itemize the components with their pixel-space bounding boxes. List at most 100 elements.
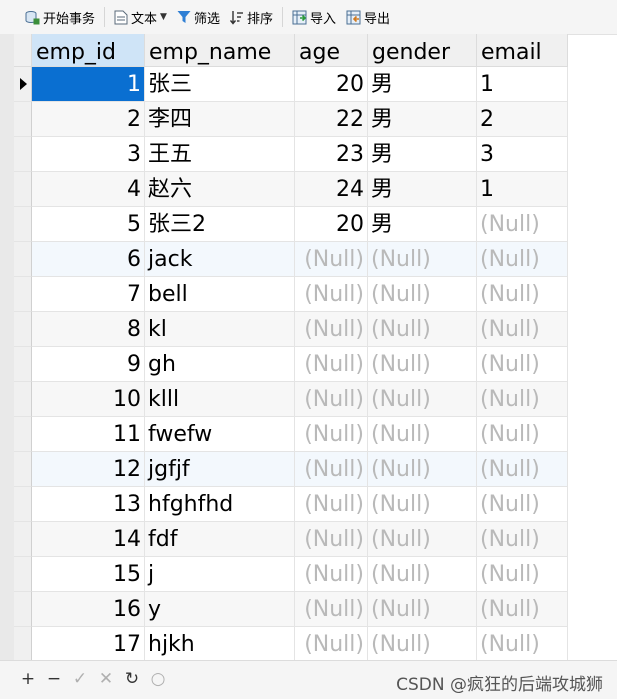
cell-gender[interactable]: (Null) bbox=[368, 382, 477, 417]
text-button[interactable]: 文本 ▼ bbox=[111, 5, 170, 29]
cell-emp-id[interactable]: 11 bbox=[32, 417, 145, 452]
cell-email[interactable]: 1 bbox=[477, 67, 568, 102]
table-row[interactable]: 2 李四 22 男 2 bbox=[14, 102, 568, 137]
cell-emp-name[interactable]: hfghfhd bbox=[145, 487, 295, 522]
cell-emp-id[interactable]: 1 bbox=[32, 67, 145, 102]
cell-gender[interactable]: (Null) bbox=[368, 627, 477, 662]
apply-icon[interactable]: ✓ bbox=[72, 669, 88, 689]
column-header-emp-id[interactable]: emp_id bbox=[32, 34, 145, 67]
cell-gender[interactable]: (Null) bbox=[368, 557, 477, 592]
row-indicator[interactable] bbox=[14, 312, 32, 347]
cell-emp-id[interactable]: 17 bbox=[32, 627, 145, 662]
cell-age[interactable]: 23 bbox=[295, 137, 368, 172]
cell-emp-name[interactable]: j bbox=[145, 557, 295, 592]
cell-emp-name[interactable]: jgfjf bbox=[145, 452, 295, 487]
row-indicator[interactable] bbox=[14, 102, 32, 137]
cell-emp-id[interactable]: 4 bbox=[32, 172, 145, 207]
table-row[interactable]: 15 j (Null) (Null) (Null) bbox=[14, 557, 568, 592]
table-row[interactable]: 16 y (Null) (Null) (Null) bbox=[14, 592, 568, 627]
cell-emp-name[interactable]: gh bbox=[145, 347, 295, 382]
cell-email[interactable]: (Null) bbox=[477, 557, 568, 592]
table-row[interactable]: 10 klll (Null) (Null) (Null) bbox=[14, 382, 568, 417]
cell-email[interactable]: (Null) bbox=[477, 487, 568, 522]
cell-email[interactable]: (Null) bbox=[477, 627, 568, 662]
cell-age[interactable]: (Null) bbox=[295, 277, 368, 312]
add-record-icon[interactable]: + bbox=[20, 669, 36, 689]
cell-emp-id[interactable]: 3 bbox=[32, 137, 145, 172]
cell-emp-id[interactable]: 13 bbox=[32, 487, 145, 522]
cell-emp-name[interactable]: bell bbox=[145, 277, 295, 312]
cell-gender[interactable]: (Null) bbox=[368, 592, 477, 627]
table-row[interactable]: 9 gh (Null) (Null) (Null) bbox=[14, 347, 568, 382]
cell-gender[interactable]: (Null) bbox=[368, 277, 477, 312]
cell-gender[interactable]: (Null) bbox=[368, 452, 477, 487]
row-indicator[interactable] bbox=[14, 67, 32, 102]
row-indicator[interactable] bbox=[14, 172, 32, 207]
cell-email[interactable]: (Null) bbox=[477, 207, 568, 242]
cell-email[interactable]: (Null) bbox=[477, 452, 568, 487]
cell-emp-name[interactable]: hjkh bbox=[145, 627, 295, 662]
table-row[interactable]: 7 bell (Null) (Null) (Null) bbox=[14, 277, 568, 312]
cell-age[interactable]: (Null) bbox=[295, 382, 368, 417]
table-row[interactable]: 4 赵六 24 男 1 bbox=[14, 172, 568, 207]
row-indicator[interactable] bbox=[14, 137, 32, 172]
cell-age[interactable]: (Null) bbox=[295, 627, 368, 662]
cell-emp-id[interactable]: 16 bbox=[32, 592, 145, 627]
cell-email[interactable]: (Null) bbox=[477, 592, 568, 627]
cell-emp-name[interactable]: kl bbox=[145, 312, 295, 347]
cell-emp-name[interactable]: klll bbox=[145, 382, 295, 417]
cell-gender[interactable]: 男 bbox=[368, 172, 477, 207]
cell-emp-id[interactable]: 7 bbox=[32, 277, 145, 312]
cell-gender[interactable]: 男 bbox=[368, 102, 477, 137]
cell-age[interactable]: (Null) bbox=[295, 487, 368, 522]
cell-emp-name[interactable]: fdf bbox=[145, 522, 295, 557]
import-button[interactable]: 导入 bbox=[289, 5, 339, 29]
row-indicator[interactable] bbox=[14, 592, 32, 627]
cell-emp-name[interactable]: 王五 bbox=[145, 137, 295, 172]
cell-emp-id[interactable]: 5 bbox=[32, 207, 145, 242]
table-row[interactable]: 13 hfghfhd (Null) (Null) (Null) bbox=[14, 487, 568, 522]
table-row[interactable]: 6 jack (Null) (Null) (Null) bbox=[14, 242, 568, 277]
cell-emp-id[interactable]: 9 bbox=[32, 347, 145, 382]
cell-email[interactable]: (Null) bbox=[477, 242, 568, 277]
cell-age[interactable]: (Null) bbox=[295, 557, 368, 592]
row-indicator[interactable] bbox=[14, 347, 32, 382]
column-header-emp-name[interactable]: emp_name bbox=[145, 34, 295, 67]
refresh-icon[interactable]: ↻ bbox=[124, 669, 140, 689]
cell-age[interactable]: (Null) bbox=[295, 347, 368, 382]
cell-gender[interactable]: (Null) bbox=[368, 522, 477, 557]
cell-age[interactable]: (Null) bbox=[295, 417, 368, 452]
cell-age[interactable]: 20 bbox=[295, 67, 368, 102]
cell-emp-name[interactable]: y bbox=[145, 592, 295, 627]
cell-age[interactable]: (Null) bbox=[295, 522, 368, 557]
sort-button[interactable]: 排序 bbox=[227, 5, 276, 29]
row-indicator[interactable] bbox=[14, 557, 32, 592]
cell-gender[interactable]: (Null) bbox=[368, 312, 477, 347]
cell-gender[interactable]: 男 bbox=[368, 137, 477, 172]
table-row[interactable]: 11 fwefw (Null) (Null) (Null) bbox=[14, 417, 568, 452]
cell-emp-id[interactable]: 2 bbox=[32, 102, 145, 137]
row-indicator[interactable] bbox=[14, 452, 32, 487]
row-indicator[interactable] bbox=[14, 382, 32, 417]
cell-email[interactable]: (Null) bbox=[477, 347, 568, 382]
cell-emp-id[interactable]: 15 bbox=[32, 557, 145, 592]
begin-transaction-button[interactable]: 开始事务 bbox=[22, 5, 98, 29]
cell-emp-name[interactable]: 张三2 bbox=[145, 207, 295, 242]
cell-emp-id[interactable]: 14 bbox=[32, 522, 145, 557]
row-indicator[interactable] bbox=[14, 487, 32, 522]
row-indicator[interactable] bbox=[14, 207, 32, 242]
export-button[interactable]: 导出 bbox=[343, 5, 393, 29]
table-row[interactable]: 5 张三2 20 男 (Null) bbox=[14, 207, 568, 242]
cell-age[interactable]: 24 bbox=[295, 172, 368, 207]
cell-age[interactable]: 22 bbox=[295, 102, 368, 137]
cell-email[interactable]: (Null) bbox=[477, 382, 568, 417]
row-indicator[interactable] bbox=[14, 242, 32, 277]
cell-gender[interactable]: (Null) bbox=[368, 347, 477, 382]
cell-age[interactable]: (Null) bbox=[295, 452, 368, 487]
column-header-age[interactable]: age bbox=[295, 34, 368, 67]
table-row[interactable]: 1 张三 20 男 1 bbox=[14, 67, 568, 102]
cell-gender[interactable]: 男 bbox=[368, 207, 477, 242]
row-indicator[interactable] bbox=[14, 522, 32, 557]
cell-gender[interactable]: (Null) bbox=[368, 487, 477, 522]
chevron-down-icon[interactable]: ▼ bbox=[160, 12, 167, 22]
